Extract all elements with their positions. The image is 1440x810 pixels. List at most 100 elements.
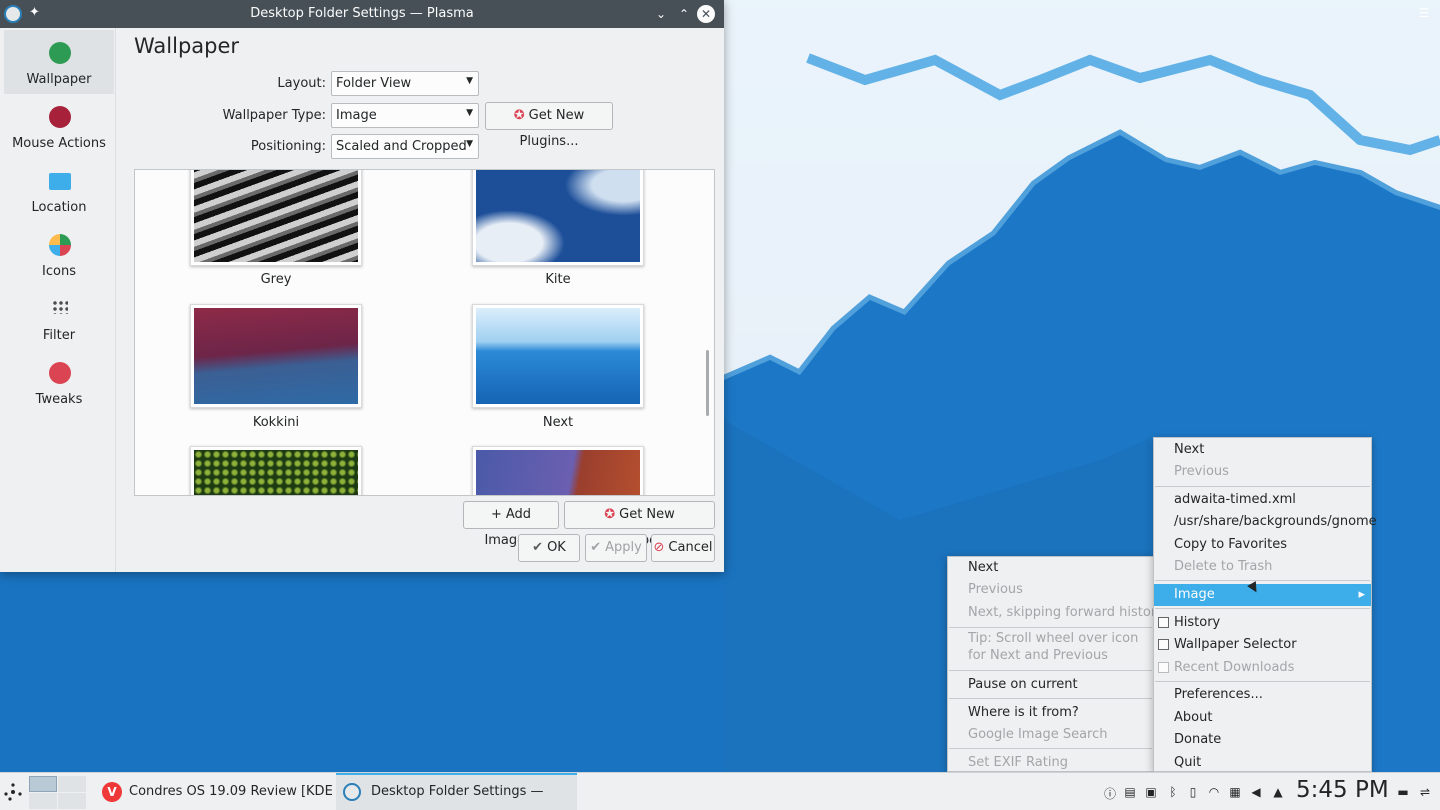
gallery-scrollbar[interactable] bbox=[706, 350, 709, 416]
task-desktop-folder-settings[interactable]: Desktop Folder Settings — Plasma bbox=[336, 773, 577, 810]
menu-item-filename[interactable]: adwaita-timed.xml bbox=[1154, 489, 1371, 511]
application-launcher-icon[interactable] bbox=[4, 783, 22, 801]
wallpaper-type-value: Image bbox=[336, 108, 377, 123]
wallpaper-label: Grey bbox=[260, 272, 292, 287]
wallpaper-preview bbox=[194, 450, 358, 495]
variety-tray-icon[interactable]: ▣ bbox=[1144, 785, 1158, 799]
positioning-select[interactable]: Scaled and Cropped ▼ bbox=[331, 134, 479, 159]
ok-button[interactable]: ✔ OK bbox=[518, 534, 580, 562]
wallpaper-thumb[interactable] bbox=[472, 446, 644, 495]
clipboard-icon[interactable]: ▤ bbox=[1123, 785, 1137, 799]
menu-item-delete-to-trash[interactable]: Delete to Trash bbox=[1154, 556, 1371, 578]
get-new-plugins-button[interactable]: ✪ Get New Plugins... bbox=[485, 102, 613, 149]
sidebar-item-tweaks[interactable]: Tweaks bbox=[4, 350, 114, 414]
menu-item-google-image-search[interactable]: Google Image Search bbox=[948, 724, 1153, 746]
sidebar-item-filter[interactable]: Filter bbox=[4, 286, 114, 350]
wallpaper-label: Kokkini bbox=[252, 415, 300, 430]
wallpaper-gallery[interactable]: Grey Kite Kokkini Next bbox=[134, 169, 715, 496]
wallpaper-preview bbox=[476, 450, 640, 495]
wallpaper-preview bbox=[476, 170, 640, 262]
vivaldi-icon: V bbox=[102, 782, 122, 802]
menu-tip-line-2: for Next and Previous bbox=[968, 648, 1108, 663]
menu-item-next-skipping[interactable]: Next, skipping forward history bbox=[948, 602, 1164, 624]
notifications-icon[interactable]: ⓘ bbox=[1103, 785, 1117, 802]
close-button[interactable]: ✕ bbox=[697, 5, 715, 23]
taskbar: V Condres OS 19.09 Review [KDE Pl... Des… bbox=[0, 772, 1440, 810]
plus-icon: + bbox=[490, 507, 502, 522]
wallpaper-thumb-kite[interactable] bbox=[472, 170, 644, 266]
menu-item-quit[interactable]: Quit bbox=[1154, 752, 1371, 774]
desktop-1[interactable] bbox=[29, 776, 57, 792]
menu-item-preferences[interactable]: Preferences... bbox=[1154, 684, 1371, 706]
wallpaper-thumb-next[interactable] bbox=[472, 304, 644, 408]
wallpaper-preview bbox=[194, 170, 358, 262]
menu-separator bbox=[1155, 580, 1370, 581]
layout-select-value: Folder View bbox=[336, 76, 412, 91]
wallpaper-preview bbox=[194, 308, 358, 404]
menu-item-recent-downloads-label: Recent Downloads bbox=[1174, 660, 1295, 675]
wallpaper-thumb-kokkini[interactable] bbox=[190, 304, 362, 408]
desktop-2[interactable] bbox=[58, 776, 86, 792]
bluetooth-icon[interactable]: ᛒ bbox=[1166, 785, 1180, 799]
menu-item-set-exif-rating[interactable]: Set EXIF Rating bbox=[948, 752, 1153, 774]
apply-button[interactable]: ✔ Apply bbox=[585, 534, 647, 562]
positioning-value: Scaled and Cropped bbox=[336, 139, 467, 154]
window-titlebar[interactable]: ✦ Desktop Folder Settings — Plasma ⌄ ⌃ ✕ bbox=[0, 0, 724, 28]
sidebar-item-label: Filter bbox=[42, 328, 76, 343]
storage-icon[interactable]: ▦ bbox=[1228, 785, 1242, 799]
desktop-4[interactable] bbox=[58, 793, 86, 809]
menu-item-where-is-it-from[interactable]: Where is it from? bbox=[948, 702, 1153, 724]
volume-icon[interactable]: ◀ bbox=[1249, 785, 1263, 799]
menu-separator bbox=[1155, 681, 1370, 682]
cancel-button[interactable]: ⊘ Cancel bbox=[651, 534, 715, 562]
sidebar-item-location[interactable]: Location bbox=[4, 158, 114, 222]
mouse-icon bbox=[49, 106, 71, 128]
menu-item-image[interactable]: Image ▸ bbox=[1154, 584, 1371, 606]
menu-item-history[interactable]: History bbox=[1154, 612, 1371, 634]
menu-item-next[interactable]: Next bbox=[948, 557, 1153, 579]
menu-item-recent-downloads[interactable]: Recent Downloads bbox=[1154, 657, 1371, 679]
sidebar-item-label: Mouse Actions bbox=[12, 136, 106, 151]
menu-item-donate[interactable]: Donate bbox=[1154, 729, 1371, 751]
network-icon[interactable]: ◠ bbox=[1207, 785, 1221, 799]
menu-separator bbox=[949, 748, 1152, 749]
menu-item-copy-to-favorites[interactable]: Copy to Favorites bbox=[1154, 534, 1371, 556]
virtual-desktop-pager[interactable] bbox=[29, 776, 87, 809]
tray-expand-icon[interactable]: ▲ bbox=[1271, 785, 1285, 799]
panel-settings-icon[interactable]: ⇌ bbox=[1418, 785, 1432, 799]
menu-item-folder-path[interactable]: /usr/share/backgrounds/gnome bbox=[1154, 511, 1377, 533]
wallpaper-label: Next bbox=[542, 415, 574, 430]
add-image-button[interactable]: + Add Image... bbox=[463, 501, 559, 548]
menu-item-previous[interactable]: Previous bbox=[1154, 461, 1371, 483]
menu-item-next[interactable]: Next bbox=[1154, 439, 1371, 461]
layout-label: Layout: bbox=[277, 76, 326, 91]
menu-item-previous[interactable]: Previous bbox=[948, 579, 1153, 601]
show-desktop-icon[interactable]: ▬ bbox=[1396, 785, 1410, 799]
sidebar-item-icons[interactable]: Icons bbox=[4, 222, 114, 286]
wallpaper-thumb[interactable] bbox=[190, 446, 362, 495]
menu-item-about[interactable]: About bbox=[1154, 707, 1371, 729]
get-new-wallpapers-button[interactable]: ✪Get New Wallpapers... bbox=[564, 501, 715, 548]
menu-tip-line-1: Tip: Scroll wheel over icon bbox=[968, 631, 1139, 646]
maximize-button[interactable]: ⌃ bbox=[674, 4, 694, 24]
desktop-3[interactable] bbox=[29, 793, 57, 809]
layout-select[interactable]: Folder View ▼ bbox=[331, 71, 479, 96]
task-vivaldi[interactable]: V Condres OS 19.09 Review [KDE Pl... bbox=[95, 773, 333, 810]
menu-item-pause-on-current[interactable]: Pause on current bbox=[948, 674, 1153, 696]
tweaks-icon bbox=[49, 362, 71, 384]
desktop-toolbox-icon[interactable]: ☰ bbox=[1418, 6, 1430, 20]
battery-icon[interactable]: ▯ bbox=[1186, 785, 1200, 799]
sidebar-item-wallpaper[interactable]: Wallpaper bbox=[4, 30, 114, 94]
clock[interactable]: 5:45 PM bbox=[1296, 777, 1389, 803]
wallpaper-icon bbox=[49, 42, 71, 64]
menu-item-image-label: Image bbox=[1174, 587, 1215, 602]
wallpaper-label: Kite bbox=[545, 272, 571, 287]
wallpaper-thumb-grey[interactable] bbox=[190, 170, 362, 266]
minimize-button[interactable]: ⌄ bbox=[651, 4, 671, 24]
wallpaper-type-select[interactable]: Image ▼ bbox=[331, 103, 479, 128]
image-submenu: Next Previous Next, skipping forward his… bbox=[947, 556, 1164, 774]
sidebar-item-mouse-actions[interactable]: Mouse Actions bbox=[4, 94, 114, 158]
menu-item-wallpaper-selector[interactable]: Wallpaper Selector bbox=[1154, 634, 1371, 656]
desktop-folder-settings-window: ✦ Desktop Folder Settings — Plasma ⌄ ⌃ ✕… bbox=[0, 0, 724, 572]
menu-separator bbox=[1155, 486, 1370, 487]
